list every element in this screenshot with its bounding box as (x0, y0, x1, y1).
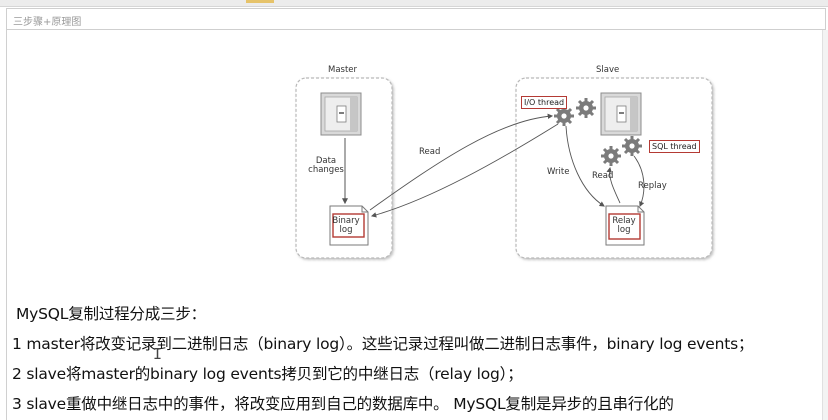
document-title-bar[interactable]: 三步骤+原理图 (6, 8, 826, 30)
slave-title: Slave (596, 65, 620, 75)
document-title: 三步骤+原理图 (13, 17, 82, 28)
replication-diagram-graphics (295, 77, 713, 259)
slave-server-icon (600, 92, 642, 136)
step-2-text: 2 slave将master的binary log events拷贝到它的中继日… (12, 365, 523, 383)
vertical-scrollbar[interactable] (822, 30, 828, 420)
binary-log-label: Binary log (332, 216, 360, 236)
text-cursor-icon: I (153, 345, 163, 363)
data-changes-label: Data changes (308, 156, 344, 176)
read-label-slave: Read (592, 171, 614, 181)
replication-diagram: Master Slave Data changes Binary log Rea… (290, 60, 720, 268)
replay-label: Replay (638, 181, 667, 191)
write-label: Write (547, 167, 570, 177)
master-title: Master (328, 65, 358, 75)
replication-heading: MySQL复制过程分成三步： (16, 305, 206, 323)
master-server-icon (320, 92, 362, 136)
step-3-text: 3 slave重做中继日志中的事件，将改变应用到自己的数据库中。 MySQL复制… (12, 395, 674, 413)
io-thread-label: I/O thread (521, 96, 568, 109)
sql-thread-label: SQL thread (649, 140, 700, 153)
top-toolbar-strip (0, 0, 828, 7)
relay-log-label: Relay log (612, 216, 636, 236)
read-label-master: Read (419, 147, 441, 157)
left-margin-rule (6, 30, 7, 420)
step-1-text: 1 master将改变记录到二进制日志（binary log）。这些记录过程叫做… (12, 335, 754, 353)
toolbar-accent (246, 0, 274, 3)
